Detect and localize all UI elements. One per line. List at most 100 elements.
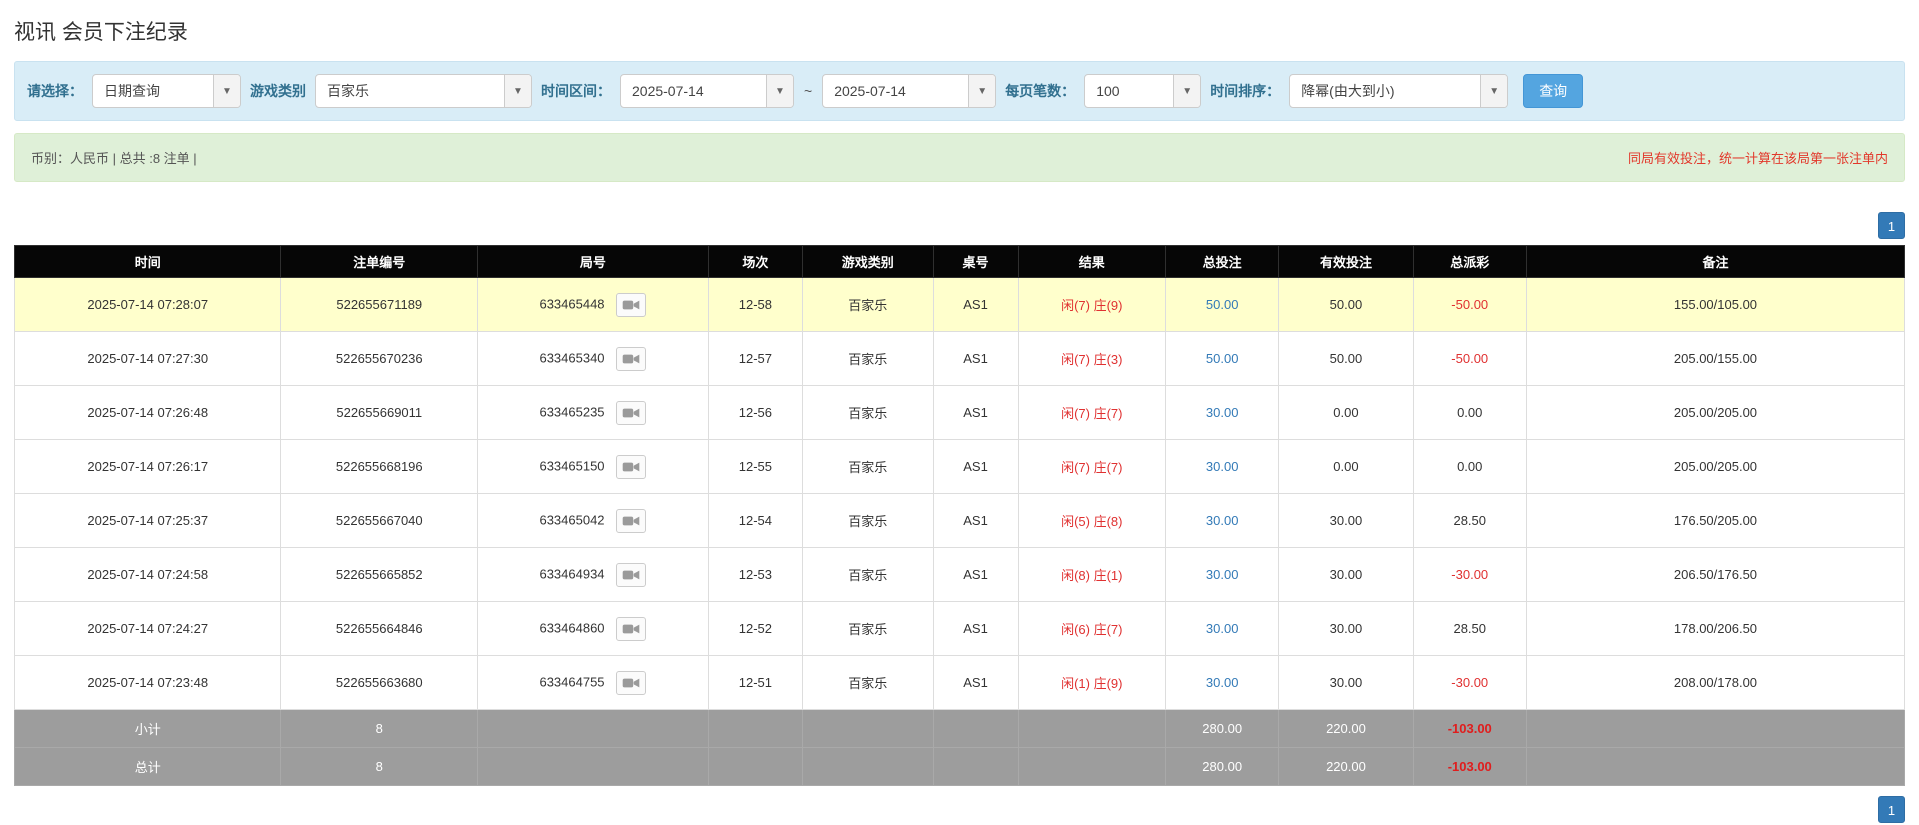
total-bet-link: 30.00 bbox=[1206, 567, 1239, 582]
time-sort-select[interactable]: 降幂(由大到小) ▼ bbox=[1289, 74, 1508, 108]
cell-table-no: AS1 bbox=[933, 494, 1018, 548]
cell-valid-bet: 30.00 bbox=[1279, 548, 1413, 602]
result-banker: 庄(9) bbox=[1094, 676, 1123, 691]
cell-bet-id: 522655668196 bbox=[281, 440, 478, 494]
video-icon[interactable] bbox=[616, 671, 646, 695]
result-player: 闲(7) bbox=[1061, 406, 1090, 421]
cell-table-no: AS1 bbox=[933, 548, 1018, 602]
result-banker: 庄(3) bbox=[1094, 352, 1123, 367]
cell-bet-id: 522655670236 bbox=[281, 332, 478, 386]
cell-round-id: 633464860 bbox=[478, 602, 709, 656]
cell-session: 12-54 bbox=[708, 494, 803, 548]
table-header-row: 时间注单编号局号场次游戏类别桌号结果总投注有效投注总派彩备注 bbox=[15, 246, 1905, 278]
column-header-3: 场次 bbox=[708, 246, 803, 278]
page-number-button[interactable]: 1 bbox=[1878, 796, 1905, 823]
cell-session: 12-53 bbox=[708, 548, 803, 602]
query-button[interactable]: 查询 bbox=[1523, 74, 1583, 108]
total-bet-link: 30.00 bbox=[1206, 459, 1239, 474]
cell-round-id: 633465235 bbox=[478, 386, 709, 440]
video-icon[interactable] bbox=[616, 563, 646, 587]
chevron-down-icon[interactable]: ▼ bbox=[1480, 75, 1507, 107]
column-header-8: 有效投注 bbox=[1279, 246, 1413, 278]
cell-game-type: 百家乐 bbox=[803, 386, 933, 440]
cell-note: 205.00/155.00 bbox=[1526, 332, 1904, 386]
cell-payout: 0.00 bbox=[1413, 386, 1526, 440]
video-icon[interactable] bbox=[616, 401, 646, 425]
video-icon[interactable] bbox=[616, 455, 646, 479]
cell-total-bet[interactable]: 30.00 bbox=[1165, 494, 1278, 548]
cell-bet-id: 522655664846 bbox=[281, 602, 478, 656]
cell-session: 12-56 bbox=[708, 386, 803, 440]
page-title: 视讯 会员下注纪录 bbox=[0, 0, 1919, 59]
cell-round-id: 633465150 bbox=[478, 440, 709, 494]
cell-round-id: 633464755 bbox=[478, 656, 709, 710]
cell-total-bet[interactable]: 30.00 bbox=[1165, 440, 1278, 494]
cell-note: 176.50/205.00 bbox=[1526, 494, 1904, 548]
cell-round-id: 633465340 bbox=[478, 332, 709, 386]
total-row: 总计8280.00220.00-103.00 bbox=[15, 748, 1905, 786]
result-banker: 庄(7) bbox=[1094, 622, 1123, 637]
cell-time: 2025-07-14 07:23:48 bbox=[15, 656, 281, 710]
video-icon[interactable] bbox=[616, 617, 646, 641]
cell-result: 闲(7) 庄(9) bbox=[1018, 278, 1165, 332]
cell-game-type: 百家乐 bbox=[803, 494, 933, 548]
page-number-button[interactable]: 1 bbox=[1878, 212, 1905, 239]
table-row: 2025-07-14 07:27:30522655670236633465340… bbox=[15, 332, 1905, 386]
result-banker: 庄(1) bbox=[1094, 568, 1123, 583]
bets-table: 时间注单编号局号场次游戏类别桌号结果总投注有效投注总派彩备注 2025-07-1… bbox=[14, 245, 1905, 786]
subtotal-row: 小计8280.00220.00-103.00 bbox=[15, 710, 1905, 748]
total-count: 8 bbox=[281, 748, 478, 786]
cell-bet-id: 522655671189 bbox=[281, 278, 478, 332]
time-range-label: 时间区间： bbox=[541, 81, 611, 101]
cell-result: 闲(1) 庄(9) bbox=[1018, 656, 1165, 710]
cell-bet-id: 522655663680 bbox=[281, 656, 478, 710]
cell-total-bet[interactable]: 30.00 bbox=[1165, 386, 1278, 440]
chevron-down-icon[interactable]: ▼ bbox=[213, 75, 240, 107]
cell-total-bet[interactable]: 50.00 bbox=[1165, 332, 1278, 386]
result-banker: 庄(9) bbox=[1094, 298, 1123, 313]
chevron-down-icon[interactable]: ▼ bbox=[968, 75, 995, 107]
date-to-select[interactable]: 2025-07-14 ▼ bbox=[822, 74, 996, 108]
cell-note: 178.00/206.50 bbox=[1526, 602, 1904, 656]
cell-total-bet[interactable]: 30.00 bbox=[1165, 548, 1278, 602]
cell-time: 2025-07-14 07:27:30 bbox=[15, 332, 281, 386]
cell-game-type: 百家乐 bbox=[803, 602, 933, 656]
cell-total-bet[interactable]: 30.00 bbox=[1165, 656, 1278, 710]
cell-game-type: 百家乐 bbox=[803, 440, 933, 494]
cell-total-bet[interactable]: 30.00 bbox=[1165, 602, 1278, 656]
video-icon[interactable] bbox=[616, 509, 646, 533]
video-icon[interactable] bbox=[616, 347, 646, 371]
total-bet-link: 50.00 bbox=[1206, 297, 1239, 312]
page-size-value: 100 bbox=[1085, 75, 1173, 107]
cell-total-bet[interactable]: 50.00 bbox=[1165, 278, 1278, 332]
cell-time: 2025-07-14 07:24:58 bbox=[15, 548, 281, 602]
total-bet-link: 30.00 bbox=[1206, 675, 1239, 690]
query-type-select[interactable]: 日期查询 ▼ bbox=[92, 74, 241, 108]
column-header-5: 桌号 bbox=[933, 246, 1018, 278]
video-icon[interactable] bbox=[616, 293, 646, 317]
total-payout: -103.00 bbox=[1413, 748, 1526, 786]
game-type-select[interactable]: 百家乐 ▼ bbox=[315, 74, 532, 108]
game-type-value: 百家乐 bbox=[316, 75, 504, 107]
summary-note: 同局有效投注，统一计算在该局第一张注单内 bbox=[1628, 148, 1888, 167]
chevron-down-icon[interactable]: ▼ bbox=[504, 75, 531, 107]
date-from-select[interactable]: 2025-07-14 ▼ bbox=[620, 74, 794, 108]
subtotal-label: 小计 bbox=[15, 710, 281, 748]
total-bet-link: 50.00 bbox=[1206, 351, 1239, 366]
total-bet-link: 30.00 bbox=[1206, 405, 1239, 420]
page-size-select[interactable]: 100 ▼ bbox=[1084, 74, 1201, 108]
cell-payout: -30.00 bbox=[1413, 548, 1526, 602]
chevron-down-icon[interactable]: ▼ bbox=[766, 75, 793, 107]
column-header-7: 总投注 bbox=[1165, 246, 1278, 278]
cell-time: 2025-07-14 07:26:48 bbox=[15, 386, 281, 440]
cell-bet-id: 522655667040 bbox=[281, 494, 478, 548]
chevron-down-icon[interactable]: ▼ bbox=[1173, 75, 1200, 107]
cell-valid-bet: 30.00 bbox=[1279, 656, 1413, 710]
cell-game-type: 百家乐 bbox=[803, 548, 933, 602]
cell-result: 闲(7) 庄(7) bbox=[1018, 386, 1165, 440]
cell-round-id: 633465448 bbox=[478, 278, 709, 332]
cell-session: 12-52 bbox=[708, 602, 803, 656]
cell-bet-id: 522655669011 bbox=[281, 386, 478, 440]
cell-table-no: AS1 bbox=[933, 386, 1018, 440]
result-player: 闲(5) bbox=[1061, 514, 1090, 529]
